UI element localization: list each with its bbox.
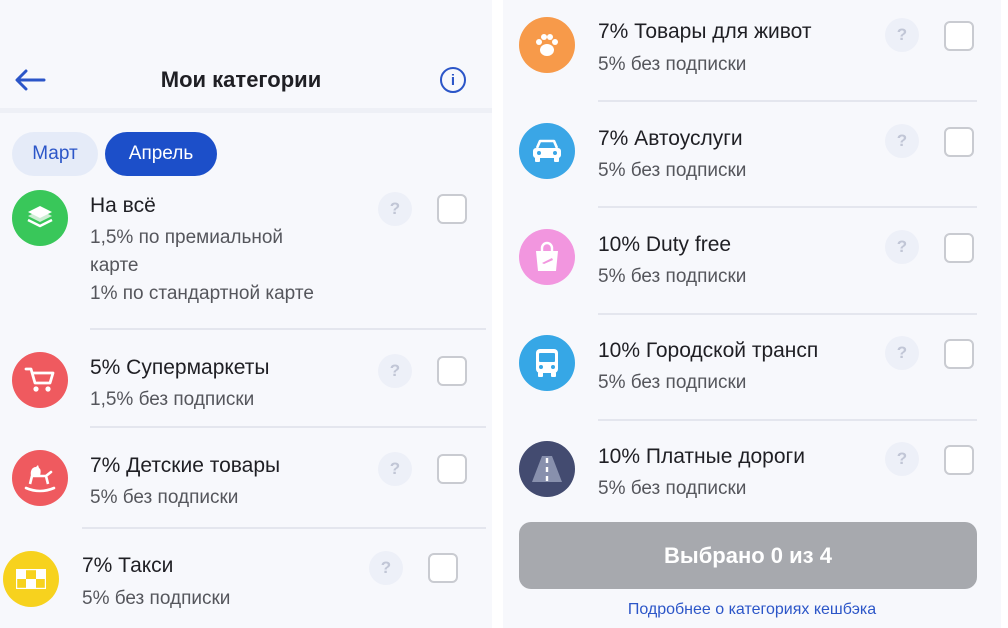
category-checkbox[interactable] [944, 21, 974, 51]
category-title: 7% Детские товары [90, 454, 281, 477]
help-button[interactable]: ? [885, 18, 919, 52]
category-title: 7% Автоуслуги [598, 127, 743, 150]
help-button[interactable]: ? [885, 336, 919, 370]
taxi-checker-icon [3, 551, 59, 607]
category-checkbox[interactable] [944, 339, 974, 369]
category-subtitle: 5% без подписки [598, 54, 747, 75]
category-subtitle: 1,5% без подписки [90, 389, 255, 410]
help-button[interactable]: ? [885, 442, 919, 476]
left-screen: Мои категории i Март Апрель На всё 1,5% … [0, 0, 492, 628]
help-button[interactable]: ? [885, 124, 919, 158]
layers-icon [12, 190, 68, 246]
category-subtitle: 5% без подписки [598, 160, 747, 181]
road-icon [519, 441, 575, 497]
category-subtitle: 1,5% по премиальной [90, 227, 284, 248]
tab-april[interactable]: Апрель [105, 132, 217, 176]
page-title: Мои категории [160, 67, 322, 92]
selected-count-button[interactable]: Выбрано 0 из 4 [519, 522, 977, 589]
category-checkbox[interactable] [437, 454, 467, 484]
help-button[interactable]: ? [378, 192, 412, 226]
category-title: 7% Такси [82, 554, 174, 577]
category-subtitle: 5% без подписки [82, 588, 231, 609]
tab-march[interactable]: Март [12, 132, 98, 176]
paw-icon [519, 17, 575, 73]
help-button[interactable]: ? [378, 354, 412, 388]
info-icon[interactable]: i [440, 67, 466, 93]
divider [598, 313, 977, 315]
app-header: Мои категории i [0, 47, 492, 113]
category-subtitle: 5% без подписки [598, 266, 747, 287]
category-title: 10% Городской трансп [598, 339, 860, 363]
divider [90, 426, 486, 428]
category-title: 10% Платные дороги [598, 445, 850, 469]
help-button[interactable]: ? [378, 452, 412, 486]
bus-icon [519, 335, 575, 391]
category-title: 7% Товары для живот [598, 20, 850, 44]
category-checkbox[interactable] [437, 356, 467, 386]
category-subtitle: 1% по стандартной карте [90, 283, 314, 304]
category-checkbox[interactable] [944, 445, 974, 475]
cart-icon [12, 352, 68, 408]
category-subtitle: карте [90, 255, 139, 276]
cashback-info-link[interactable]: Подробнее о категориях кешбэка [503, 601, 1001, 619]
category-checkbox[interactable] [428, 553, 458, 583]
category-title: 5% Супермаркеты [90, 356, 270, 379]
right-screen: 7% Товары для живот 5% без подписки ? 7%… [503, 0, 1001, 628]
car-icon [519, 123, 575, 179]
category-checkbox[interactable] [944, 233, 974, 263]
divider [598, 419, 977, 421]
category-checkbox[interactable] [437, 194, 467, 224]
help-button[interactable]: ? [885, 230, 919, 264]
divider [82, 527, 486, 529]
category-subtitle: 5% без подписки [598, 478, 747, 499]
divider [598, 206, 977, 208]
category-title: На всё [90, 194, 156, 217]
shopping-bag-icon [519, 229, 575, 285]
category-title: 10% Duty free [598, 233, 732, 256]
rocking-horse-icon [12, 450, 68, 506]
divider [598, 100, 977, 102]
category-subtitle: 5% без подписки [598, 372, 747, 393]
divider [90, 328, 486, 330]
help-button[interactable]: ? [369, 551, 403, 585]
category-checkbox[interactable] [944, 127, 974, 157]
category-subtitle: 5% без подписки [90, 487, 239, 508]
